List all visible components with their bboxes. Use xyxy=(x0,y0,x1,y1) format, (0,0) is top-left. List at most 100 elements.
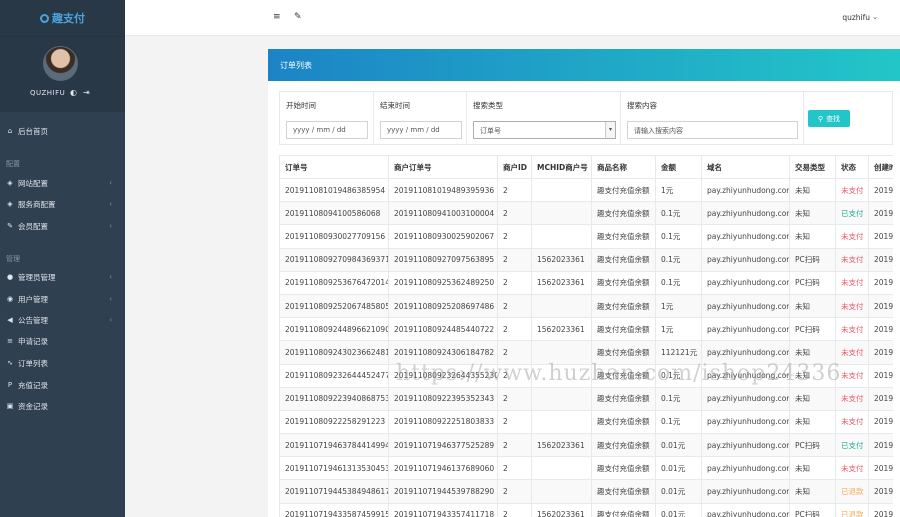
avatar[interactable] xyxy=(43,46,78,81)
sidebar-item-member-config[interactable]: ✎ 会员配置 ‹ xyxy=(6,218,122,234)
sidebar-item-label: 网站配置 xyxy=(18,178,48,188)
table-cell: 0.1元 xyxy=(655,201,702,226)
column-header[interactable]: MCHID商户号 xyxy=(531,155,592,179)
table-row[interactable]: 20191108092536764720​14 20191108092536248… xyxy=(279,270,893,295)
table-cell: pay.zhiyunhudong.com xyxy=(701,456,790,481)
user-icon: ● xyxy=(6,273,14,281)
brand[interactable]: 趣支付 xyxy=(0,0,125,36)
table-cell: pay.zhiyunhudong.com xyxy=(701,363,790,388)
search-type-label: 搜索类型 xyxy=(473,101,503,110)
table-row[interactable]: 20191108092225829122​3 201911080922251803… xyxy=(279,409,893,435)
table-cell: pay.zhiyunhudong.com xyxy=(701,340,790,365)
column-header[interactable]: 商户订单号 xyxy=(388,155,498,179)
table-cell: 20191108092709756389​5 xyxy=(388,247,498,272)
search-type-group: 搜索类型 订单号 ▾ xyxy=(467,92,621,144)
table-row[interactable]: 20191108092448966210​90 20191108092448544… xyxy=(279,317,893,342)
table-cell: 趣支付充值余额 xyxy=(591,177,656,203)
table-cell: 1元 xyxy=(655,293,702,319)
table-row[interactable]: 20191107194613135304​53 20191107194613768… xyxy=(279,456,893,481)
column-header[interactable]: 金额 xyxy=(655,155,702,179)
table-row[interactable]: 20191107194637844149​94 20191107194637752… xyxy=(279,433,893,458)
order-table-body: 20191108101948638595​4 2019110810194893​9… xyxy=(279,177,893,517)
table-cell: 2019- xyxy=(868,293,893,319)
column-header[interactable]: 商户ID xyxy=(497,155,532,179)
end-date-input[interactable]: yyyy / mm / dd xyxy=(380,121,462,139)
order-table-container[interactable]: 订单号 商户订单号 商户ID MCHID商户号 商品名称 金额 域名 交易类型 … xyxy=(279,155,893,517)
table-row[interactable]: 20191108093002770915​6 201911080930025902… xyxy=(279,224,893,249)
chevron-down-icon[interactable]: ⌄ xyxy=(872,13,878,21)
column-header[interactable]: 状态 xyxy=(835,155,869,179)
table-cell: 20191108094100310000​4 xyxy=(388,201,498,226)
sidebar-item-user-manage[interactable]: ◉ 用户管理 ‹ xyxy=(6,291,122,307)
table-cell: 20191108092430236624​81 xyxy=(279,340,389,365)
table-row[interactable]: 20191108094100586068 20191108094100310000… xyxy=(279,201,893,226)
start-date-input[interactable]: yyyy / mm / dd xyxy=(286,121,368,139)
sidebar-item-fund-records[interactable]: ▣ 资金记录 xyxy=(6,398,122,414)
table-cell: 20191108092326444524​77 xyxy=(279,363,389,388)
logout-icon[interactable]: ⇥ xyxy=(83,88,91,97)
table-cell: 未支付 xyxy=(835,456,869,481)
menu-toggle-icon[interactable]: ≡ xyxy=(273,12,281,22)
sidebar-item-notice-manage[interactable]: ◀ 公告管理 ‹ xyxy=(6,312,122,328)
table-cell: 趣支付充值余额 xyxy=(591,363,656,388)
table-row[interactable]: 20191107194453849486​17 20191107194453978… xyxy=(279,479,893,504)
search-content-input[interactable]: 请输入搜索内容 xyxy=(627,121,798,139)
profile-username: QUZHIFU xyxy=(30,89,66,97)
sidebar-item-site-config[interactable]: ◈ 网站配置 ‹ xyxy=(6,175,122,191)
table-row[interactable]: 20191108092520674858​05 20191108092520869… xyxy=(279,293,893,319)
sidebar-item-recharge-records[interactable]: P 充值记录 xyxy=(6,377,122,393)
table-cell: 未知 xyxy=(789,177,836,203)
sidebar-item-admin-manage[interactable]: ● 管理员管理 ‹ xyxy=(6,269,122,285)
column-header[interactable]: 订单号 xyxy=(279,155,389,179)
table-row[interactable]: 20191108092239408687​53 20191108092239535… xyxy=(279,386,893,411)
table-cell: 0.01元 xyxy=(655,456,702,481)
table-cell: 20191108094100586068 xyxy=(279,201,389,226)
column-header[interactable]: 商品名称 xyxy=(591,155,656,179)
sidebar-item-label: 充值记录 xyxy=(18,380,48,390)
table-row[interactable]: 20191108092430236624​81 20191108092430618… xyxy=(279,340,893,365)
search-form: 开始时间 yyyy / mm / dd 结束时间 yyyy / mm / dd … xyxy=(279,91,893,145)
table-row[interactable]: 20191107194335874599​15 20191107194335741… xyxy=(279,502,893,517)
table-cell: 2019- xyxy=(868,317,893,342)
end-date-label: 结束时间 xyxy=(380,101,410,110)
table-cell: 20191107194335874599​15 xyxy=(279,502,389,517)
tag-icon: ◈ xyxy=(7,179,13,187)
search-content-label: 搜索内容 xyxy=(627,101,657,110)
table-row[interactable]: 20191108092709843693​71 20191108092709756… xyxy=(279,247,893,272)
table-cell: 趣支付充值余额 xyxy=(591,479,656,504)
table-cell: 未知 xyxy=(789,386,836,411)
table-cell: 20191107194613768906​0 xyxy=(388,456,498,481)
table-cell xyxy=(531,386,592,411)
table-cell: 未支付 xyxy=(835,224,869,249)
table-cell: 20191107194637752528​9 xyxy=(388,433,498,458)
sidebar-item-provider-config[interactable]: ◈ 服务商配置 ‹ xyxy=(6,196,122,212)
table-cell: 1562023361 xyxy=(531,502,592,517)
search-button[interactable]: ⚲ 查找 xyxy=(808,110,850,127)
table-row[interactable]: 20191108101948638595​4 2019110810194893​9… xyxy=(279,177,893,203)
table-cell: 0.01元 xyxy=(655,502,702,517)
column-header[interactable]: 交易类型 xyxy=(789,155,836,179)
table-cell: 2 xyxy=(497,247,532,272)
chevron-left-icon: ‹ xyxy=(109,316,112,324)
topbar-username[interactable]: quzhifu xyxy=(842,13,870,22)
table-cell: 2019 xyxy=(868,224,893,249)
sidebar-item-order-list[interactable]: ∿ 订单列表 xyxy=(6,355,122,371)
settings-drop-icon[interactable]: ◐ xyxy=(70,88,78,97)
wrench-icon[interactable]: ✎ xyxy=(294,12,302,22)
list-icon: ≡ xyxy=(7,337,13,345)
table-row[interactable]: 20191108092326444524​77 20191108092326443… xyxy=(279,363,893,388)
table-cell: pay.zhiyunhudong.com xyxy=(701,201,790,226)
table-cell: pay.zhiyunhudong.com xyxy=(701,224,790,249)
end-date-group: 结束时间 yyyy / mm / dd xyxy=(374,92,467,144)
sidebar-item-label: 会员配置 xyxy=(18,221,48,231)
sidebar-item-apply-records[interactable]: ≡ 申请记录 xyxy=(6,333,122,349)
column-header[interactable]: 域名 xyxy=(701,155,790,179)
table-cell: 未知 xyxy=(789,409,836,435)
table-cell: 未知 xyxy=(789,456,836,481)
search-content-group: 搜索内容 请输入搜索内容 xyxy=(621,92,804,144)
sidebar-item-home[interactable]: ⌂ 后台首页 xyxy=(6,123,122,139)
column-header[interactable]: 创建时 xyxy=(868,155,893,179)
wrench-icon: ✎ xyxy=(7,222,13,230)
search-type-select[interactable]: 订单号 ▾ xyxy=(473,121,616,139)
table-cell: 20191108092448544072​2 xyxy=(388,317,498,342)
